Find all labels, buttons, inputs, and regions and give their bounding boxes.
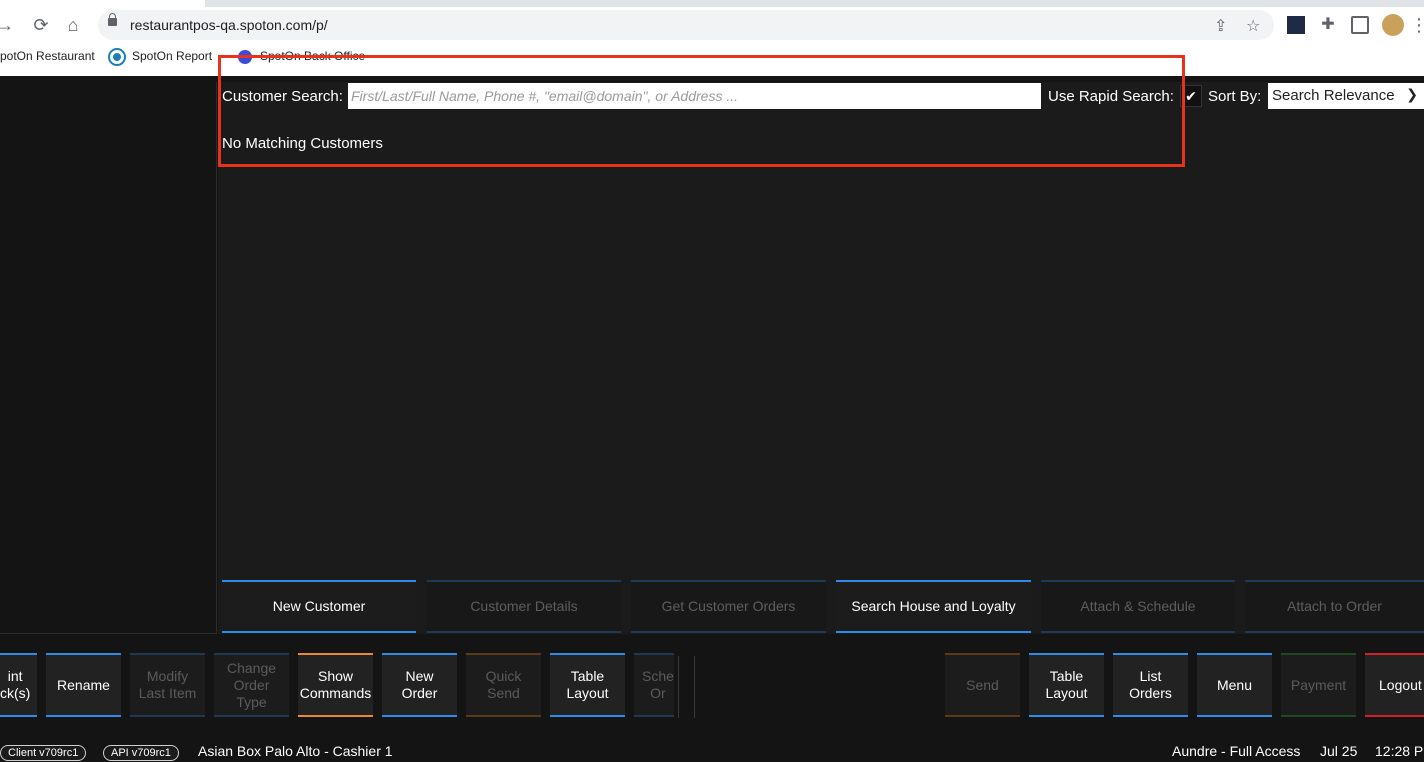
logout-button[interactable]: Logout xyxy=(1365,653,1424,717)
list-orders-button[interactable]: List Orders xyxy=(1113,653,1188,717)
check-icon: ✔ xyxy=(1185,88,1197,104)
customer-search-label: Customer Search: xyxy=(222,88,343,105)
schedule-order-button[interactable]: Sche Or xyxy=(634,653,674,717)
sort-by-select[interactable]: Search Relevance ❯ xyxy=(1268,83,1424,109)
new-order-button[interactable]: New Order xyxy=(382,653,457,717)
quick-send-button[interactable]: Quick Send xyxy=(466,653,541,717)
status-bar: Client v709rc1 API v709rc1 Asian Box Pal… xyxy=(0,740,1424,762)
payment-button[interactable]: Payment xyxy=(1281,653,1356,717)
change-order-type-button[interactable]: Change Order Type xyxy=(214,653,289,717)
bookmark-spoton-report[interactable]: SpotOn Report xyxy=(110,49,212,64)
time-text: 12:28 P xyxy=(1375,743,1424,759)
lock-icon xyxy=(108,13,117,26)
bookmark-spoton-back-office[interactable]: SpotOn Back Office xyxy=(238,49,365,64)
command-divider xyxy=(678,656,679,718)
sort-by-label: Sort By: xyxy=(1208,88,1262,105)
modify-last-item-button[interactable]: Modify Last Item xyxy=(130,653,205,717)
sidepanel-icon[interactable] xyxy=(1351,16,1369,34)
share-icon[interactable]: ⇪ xyxy=(1214,16,1227,36)
url-text: restaurantpos-qa.spoton.com/p/ xyxy=(130,17,328,33)
forward-icon[interactable]: → xyxy=(0,14,16,36)
date-text: Jul 25 xyxy=(1320,743,1358,759)
browser-chrome: → ⟳ ⌂ restaurantpos-qa.spoton.com/p/ ⇪ ☆… xyxy=(0,0,1424,76)
customer-details-button[interactable]: Customer Details xyxy=(427,580,621,633)
extension-icon[interactable] xyxy=(1287,16,1305,34)
get-customer-orders-button[interactable]: Get Customer Orders xyxy=(631,580,826,633)
spoton-icon xyxy=(238,49,252,64)
command-divider xyxy=(694,656,695,718)
search-result-message: No Matching Customers xyxy=(222,135,383,152)
location-text: Asian Box Palo Alto - Cashier 1 xyxy=(198,743,393,759)
sort-by-value: Search Relevance xyxy=(1272,87,1395,104)
print-checks-button[interactable]: int ck(s) xyxy=(0,653,37,717)
tab-strip xyxy=(205,0,1424,7)
puzzle-icon[interactable]: ✚ xyxy=(1319,16,1337,34)
client-version-badge: Client v709rc1 xyxy=(0,745,87,761)
menu-button[interactable]: Menu xyxy=(1197,653,1272,717)
attach-schedule-button[interactable]: Attach & Schedule xyxy=(1041,580,1235,633)
customer-search-input[interactable] xyxy=(348,83,1041,109)
attach-to-order-button[interactable]: Attach to Order xyxy=(1245,580,1424,633)
show-commands-button[interactable]: Show Commands xyxy=(298,653,373,717)
menu-dots-icon[interactable]: ⋮ xyxy=(1410,14,1424,36)
api-version-badge: API v709rc1 xyxy=(103,745,179,761)
search-house-loyalty-button[interactable]: Search House and Loyalty xyxy=(836,580,1031,633)
rapid-search-checkbox[interactable]: ✔ xyxy=(1180,85,1202,107)
table-layout-button-left[interactable]: Table Layout xyxy=(550,653,625,717)
address-bar[interactable]: restaurantpos-qa.spoton.com/p/ ⇪ ☆ xyxy=(98,10,1274,40)
bookmark-star-icon[interactable]: ☆ xyxy=(1246,16,1260,36)
table-layout-button-right[interactable]: Table Layout xyxy=(1029,653,1104,717)
home-icon[interactable]: ⌂ xyxy=(62,14,84,36)
spoton-icon xyxy=(110,49,124,64)
customer-search-panel xyxy=(218,82,1424,634)
new-customer-button[interactable]: New Customer xyxy=(222,580,416,633)
rename-button[interactable]: Rename xyxy=(46,653,121,717)
chevron-down-icon: ❯ xyxy=(1406,86,1418,102)
rapid-search-label: Use Rapid Search: xyxy=(1048,88,1174,105)
user-text: Aundre - Full Access xyxy=(1172,743,1301,759)
profile-avatar[interactable] xyxy=(1382,14,1404,36)
order-panel xyxy=(0,82,217,634)
send-button[interactable]: Send xyxy=(945,653,1020,717)
reload-icon[interactable]: ⟳ xyxy=(30,14,52,36)
bookmarks-bar: potOn Restaurant SpotOn Report SpotOn Ba… xyxy=(0,44,1424,70)
bookmark-spoton-restaurant[interactable]: potOn Restaurant xyxy=(0,49,95,63)
